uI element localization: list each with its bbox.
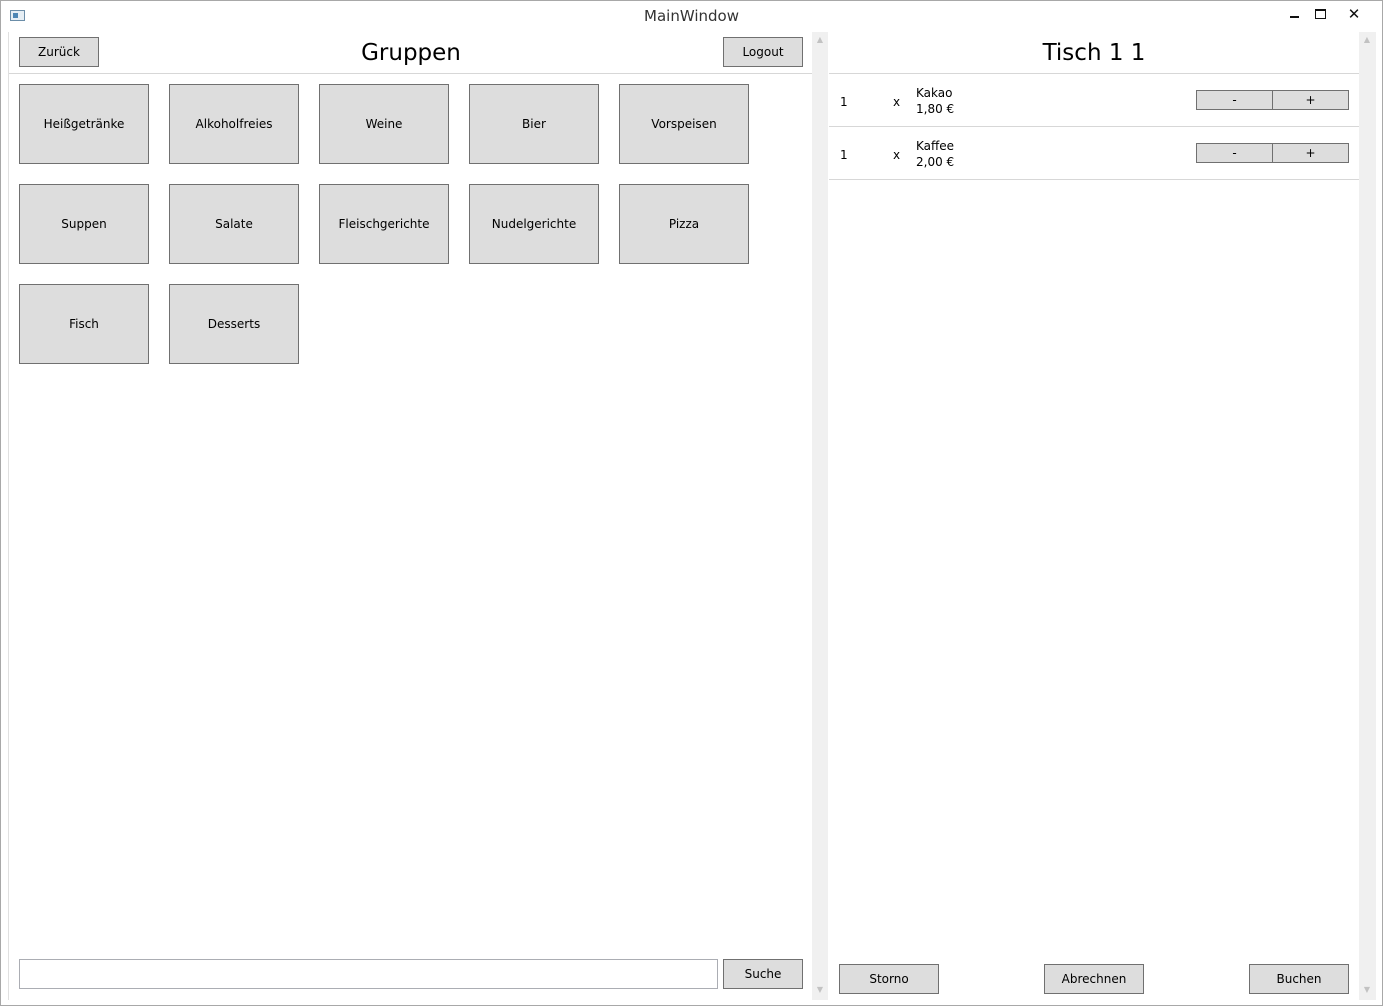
increase-button[interactable]: +	[1272, 143, 1349, 163]
logout-button[interactable]: Logout	[723, 37, 803, 67]
groups-panel: Zurück Gruppen Logout Heißgetränke Alkoh…	[8, 32, 813, 1000]
group-button[interactable]: Salate	[169, 184, 299, 264]
group-button[interactable]: Pizza	[619, 184, 749, 264]
group-button[interactable]: Heißgetränke	[19, 84, 149, 164]
maximize-button[interactable]	[1307, 4, 1333, 24]
order-multiplier: x	[893, 95, 901, 109]
close-button[interactable]: ✕	[1341, 4, 1367, 24]
storno-button[interactable]: Storno	[839, 964, 939, 994]
minimize-icon	[1289, 15, 1299, 18]
group-button[interactable]: Alkoholfreies	[169, 84, 299, 164]
table-title: Tisch 1 1	[1042, 40, 1146, 66]
groups-title: Gruppen	[361, 40, 461, 66]
order-quantity: 1	[840, 95, 848, 109]
increase-button[interactable]: +	[1272, 90, 1349, 110]
order-multiplier: x	[893, 148, 901, 162]
close-icon: ✕	[1347, 5, 1361, 23]
abrechnen-button[interactable]: Abrechnen	[1044, 964, 1144, 994]
scroll-down-icon[interactable]: ▼	[815, 985, 825, 994]
group-button[interactable]: Suppen	[19, 184, 149, 264]
group-button[interactable]: Weine	[319, 84, 449, 164]
order-row: 1 x Kaffee 2,00 € - +	[829, 127, 1359, 180]
decrease-button[interactable]: -	[1196, 90, 1273, 110]
buchen-button[interactable]: Buchen	[1249, 964, 1349, 994]
search-input[interactable]	[19, 959, 718, 989]
order-item-name: Kakao	[916, 86, 953, 100]
scroll-up-icon[interactable]: ▲	[1362, 35, 1372, 44]
title-bar[interactable]: MainWindow ✕	[1, 1, 1382, 31]
group-button[interactable]: Nudelgerichte	[469, 184, 599, 264]
group-button[interactable]: Fisch	[19, 284, 149, 364]
order-scrollbar[interactable]: ▲ ▼	[1359, 32, 1376, 1000]
order-row: 1 x Kakao 1,80 € - +	[829, 74, 1359, 127]
scroll-up-icon[interactable]: ▲	[815, 35, 825, 44]
header-divider	[9, 73, 813, 74]
order-item-price: 2,00 €	[916, 155, 955, 169]
scroll-down-icon[interactable]: ▼	[1362, 985, 1372, 994]
search-button[interactable]: Suche	[723, 959, 803, 989]
decrease-button[interactable]: -	[1196, 143, 1273, 163]
groups-scrollbar[interactable]: ▲ ▼	[812, 32, 828, 1000]
maximize-icon	[1314, 9, 1326, 19]
minimize-button[interactable]	[1281, 4, 1307, 24]
order-quantity: 1	[840, 148, 848, 162]
order-item-price: 1,80 €	[916, 102, 955, 116]
group-button[interactable]: Bier	[469, 84, 599, 164]
order-panel: Tisch 1 1 1 x Kakao 1,80 € - + 1 x Kaffe…	[829, 32, 1359, 1000]
window-title: MainWindow	[644, 7, 739, 25]
group-button[interactable]: Fleischgerichte	[319, 184, 449, 264]
order-item-name: Kaffee	[916, 139, 955, 153]
group-button[interactable]: Desserts	[169, 284, 299, 364]
group-button[interactable]: Vorspeisen	[619, 84, 749, 164]
